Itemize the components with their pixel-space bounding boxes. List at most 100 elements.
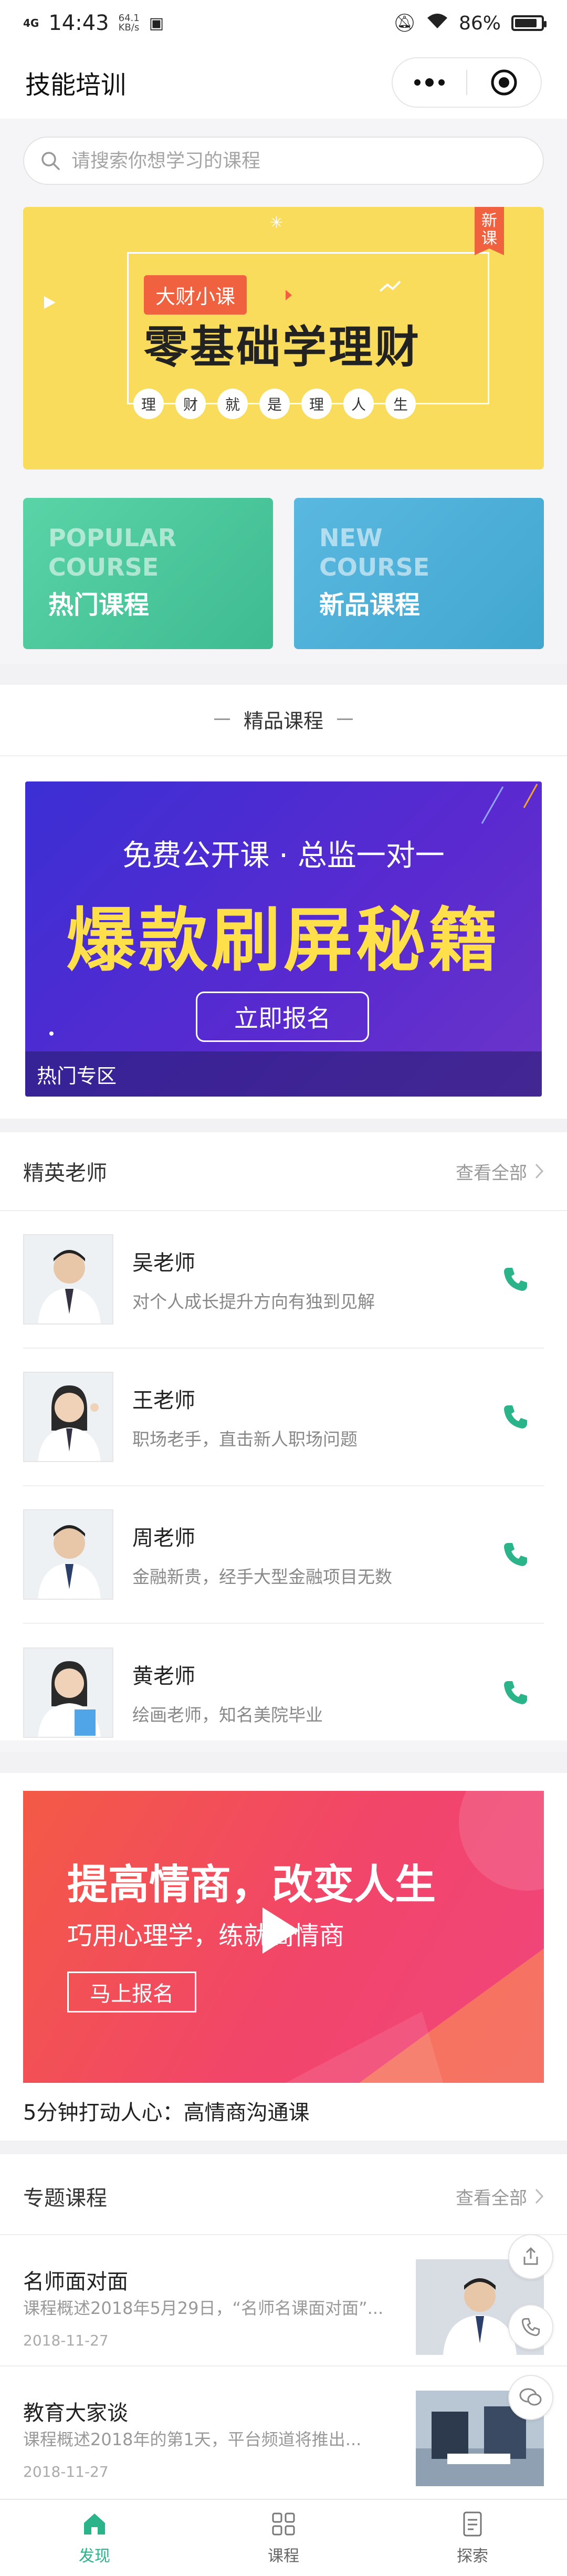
teacher-row[interactable]: 黄老师 绘画老师，知名美院毕业 — [23, 1624, 544, 1761]
phone-icon — [504, 1405, 527, 1428]
teacher-avatar — [23, 1509, 113, 1600]
section-divider — [0, 1119, 567, 1132]
teacher-desc: 职场老手，直击新人职场问题 — [132, 1429, 358, 1449]
tab-label: 发现 — [79, 2547, 110, 2565]
teacher-desc: 金融新贵，经手大型金融项目无数 — [132, 1567, 392, 1587]
tab-discover[interactable]: 发现 — [0, 2500, 189, 2576]
phone-call-button[interactable] — [495, 1396, 537, 1438]
more-options-button[interactable] — [393, 58, 466, 107]
section-divider — [0, 1752, 567, 1773]
featured-section-title: 精品课程 — [0, 683, 567, 755]
teacher-row[interactable]: 王老师 职场老手，直击新人职场问题 — [23, 1349, 544, 1486]
teacher-desc: 对个人成长提升方向有独到见解 — [132, 1291, 375, 1312]
home-icon — [84, 2513, 105, 2535]
top-banner[interactable]: ✳ 大财小课 零基础学理财 理 财 就 是 理 人 生 新课 — [23, 207, 544, 470]
course-title: 教育大家谈 — [23, 2401, 128, 2425]
featured-headline: 爆款刷屏秘籍 — [66, 900, 501, 981]
miniprogram-capsule — [392, 57, 542, 108]
mute-icon: 🔕︎ — [393, 13, 416, 34]
teacher-row[interactable]: 吴老师 对个人成长提升方向有独到见解 — [23, 1211, 544, 1349]
share-button[interactable] — [508, 2234, 553, 2279]
course-row[interactable]: 名师面对面 课程概述2018年5月29日，“名师名课面对面”... 2018-1… — [0, 2235, 567, 2366]
battery-icon — [511, 15, 547, 31]
net-speed-unit: KB/s — [118, 22, 140, 33]
tab-courses[interactable]: 课程 — [189, 2500, 378, 2576]
status-time: 14:43 — [48, 11, 109, 35]
video-subtitle: 巧用心理学，练就高情商 — [67, 1921, 345, 1951]
svg-text:✳: ✳ — [270, 214, 283, 232]
card-title: 新品课程 — [319, 590, 421, 620]
teachers-title: 精英老师 — [23, 1161, 107, 1185]
phone-icon — [504, 1543, 527, 1566]
video-title: 提高情商，改变人生 — [67, 1861, 436, 1908]
course-desc: 课程概述2018年的第1天，平台频道将推出... — [23, 2429, 362, 2449]
phone-icon — [504, 1681, 527, 1704]
network-indicator: 4G — [23, 17, 39, 29]
section-divider — [0, 2141, 567, 2154]
course-title: 名师面对面 — [23, 2270, 128, 2294]
play-icon[interactable] — [262, 1907, 299, 1954]
topics-header: 专题课程 查看全部 — [0, 2158, 567, 2235]
banner-char: 理 — [301, 389, 332, 419]
view-all-label: 查看全部 — [456, 1162, 527, 1184]
teacher-avatar — [23, 1372, 113, 1462]
chat-button[interactable] — [508, 2375, 553, 2420]
teacher-name: 吴老师 — [132, 1251, 195, 1275]
battery-percent: 86% — [458, 12, 501, 34]
chat-icon — [519, 2388, 542, 2406]
chevron-right-icon — [535, 1163, 544, 1179]
hot-zone-label: 热门专区 — [25, 1051, 542, 1097]
view-all-label: 查看全部 — [456, 2187, 527, 2209]
teacher-name: 周老师 — [132, 1526, 195, 1550]
enroll-now-button[interactable]: 立即报名 — [196, 992, 369, 1042]
banner-char: 就 — [217, 389, 248, 419]
card-en-line2: COURSE — [48, 553, 159, 581]
teachers-header: 精英老师 查看全部 — [0, 1132, 567, 1211]
banner-char: 是 — [259, 389, 290, 419]
search-section — [0, 119, 567, 196]
wifi-icon — [426, 13, 448, 34]
featured-subtitle: 免费公开课 · 总监一对一 — [122, 839, 445, 873]
call-float-button[interactable] — [508, 2304, 553, 2350]
phone-call-button[interactable] — [495, 1672, 537, 1714]
tab-explore[interactable]: 探索 — [378, 2500, 567, 2576]
teacher-desc: 绘画老师，知名美院毕业 — [132, 1705, 323, 1725]
course-date: 2018-11-27 — [23, 2332, 109, 2349]
page-title: 技能培训 — [25, 70, 127, 100]
phone-call-button[interactable] — [495, 1258, 537, 1300]
course-row[interactable]: 教育大家谈 课程概述2018年的第1天，平台频道将推出... 2018-11-2… — [0, 2366, 567, 2498]
section-divider — [0, 664, 567, 685]
enroll-button[interactable]: 马上报名 — [67, 1972, 196, 2012]
phone-call-button[interactable] — [495, 1534, 537, 1576]
new-course-badge: 新课 — [475, 207, 504, 255]
view-all-teachers-link[interactable]: 查看全部 — [456, 1159, 544, 1184]
topics-title: 专题课程 — [23, 2186, 107, 2210]
category-cards: POPULAR COURSE 热门课程 NEW COURSE 新品课程 — [23, 498, 544, 649]
banner-char: 人 — [343, 389, 374, 419]
document-icon — [463, 2511, 482, 2536]
featured-banner[interactable]: 免费公开课 · 总监一对一 爆款刷屏秘籍 立即报名 热门专区 — [25, 781, 542, 1097]
banner-char-row: 理 财 就 是 理 人 生 — [133, 389, 416, 419]
featured-title-text: 精品课程 — [243, 709, 323, 733]
new-course-card[interactable]: NEW COURSE 新品课程 — [294, 498, 544, 649]
banner-char: 财 — [175, 389, 206, 419]
search-input[interactable] — [71, 150, 527, 172]
phone-icon — [521, 2318, 540, 2337]
video-banner[interactable]: 提高情商，改变人生 巧用心理学，练就高情商 马上报名 — [23, 1791, 544, 2083]
search-box[interactable] — [23, 137, 544, 185]
card-en-line1: NEW — [319, 524, 383, 552]
course-date: 2018-11-27 — [23, 2463, 109, 2480]
popular-course-card[interactable]: POPULAR COURSE 热门课程 — [23, 498, 273, 649]
share-icon — [523, 2247, 538, 2265]
video-caption: 5分钟打动人心：高情商沟通课 — [23, 2101, 310, 2125]
view-all-topics-link[interactable]: 查看全部 — [456, 2184, 544, 2209]
tab-bar: 发现 课程 探索 — [0, 2499, 567, 2576]
target-icon — [491, 69, 517, 96]
grid-icon — [272, 2512, 295, 2535]
notification-icon: ▣ — [149, 14, 164, 33]
tab-label: 探索 — [457, 2547, 488, 2565]
banner-headline: 零基础学理财 — [144, 321, 422, 373]
phone-icon — [504, 1268, 527, 1291]
close-miniprogram-button[interactable] — [467, 58, 541, 107]
teacher-row[interactable]: 周老师 金融新贵，经手大型金融项目无数 — [23, 1486, 544, 1624]
